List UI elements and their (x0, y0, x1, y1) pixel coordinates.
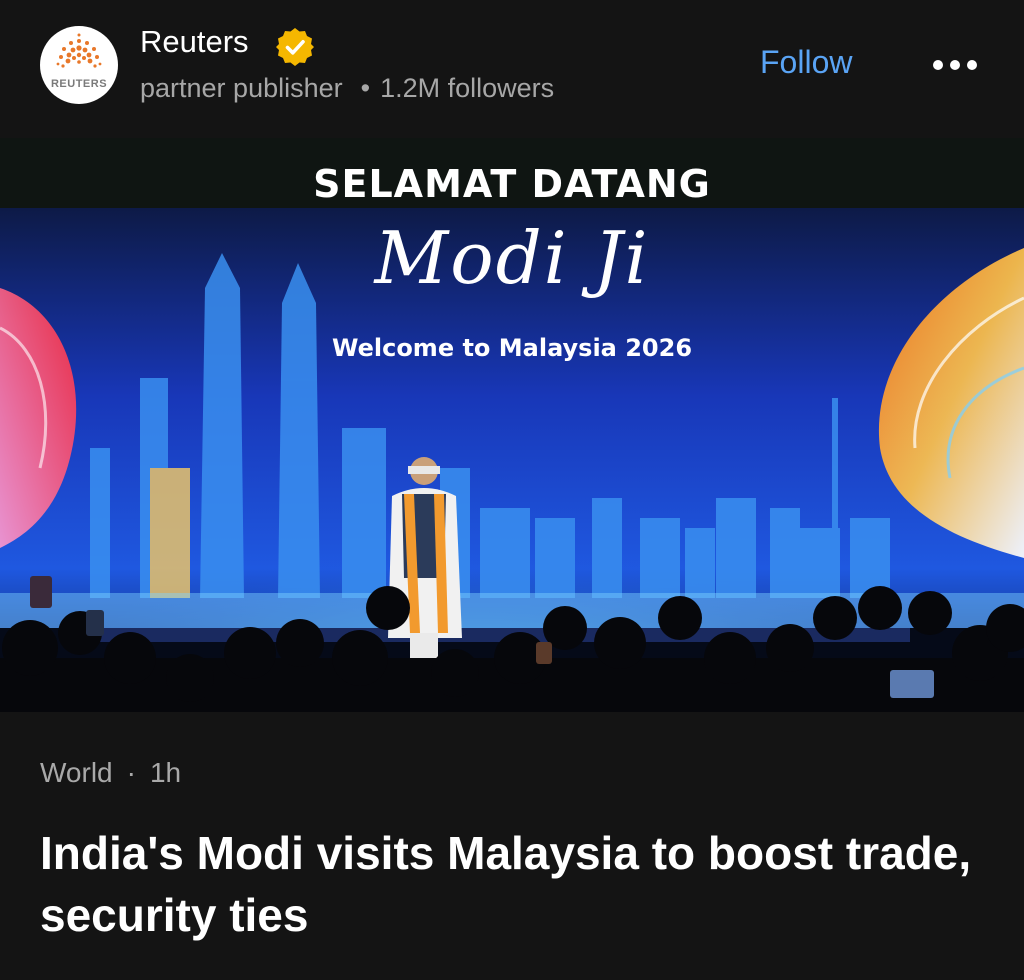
reuters-logo-icon (56, 33, 102, 68)
article-category[interactable]: World (40, 757, 113, 788)
publisher-role: partner publisher (140, 73, 343, 103)
banner-script: Modi Ji (374, 216, 650, 300)
publisher-subtitle: partner publisher • 1.2M followers (140, 73, 554, 104)
publisher-avatar[interactable]: REUTERS (40, 26, 118, 104)
publisher-header: REUTERS Reuters partner publisher • 1.2M f… (0, 0, 1024, 138)
article-image[interactable]: SELAMAT DATANG Modi Ji Welcome to Malays… (0, 138, 1024, 712)
meta-separator: · (126, 757, 136, 788)
news-card[interactable]: REUTERS Reuters partner publisher • 1.2M f… (0, 0, 1024, 980)
more-options-icon[interactable] (928, 50, 982, 80)
publisher-name[interactable]: Reuters (140, 24, 249, 60)
subtitle-separator: • (360, 73, 371, 103)
article-headline[interactable]: India's Modi visits Malaysia to boost tr… (40, 822, 980, 946)
logo-wordmark: REUTERS (50, 78, 108, 90)
verified-badge-icon (276, 28, 314, 66)
banner-heading: SELAMAT DATANG (313, 162, 711, 206)
follow-button[interactable]: Follow (760, 44, 852, 81)
banner-subheading: Welcome to Malaysia 2026 (331, 334, 693, 362)
article-meta: World · 1h (40, 757, 181, 789)
follower-count: 1.2M followers (380, 73, 555, 103)
article-age: 1h (149, 757, 182, 788)
